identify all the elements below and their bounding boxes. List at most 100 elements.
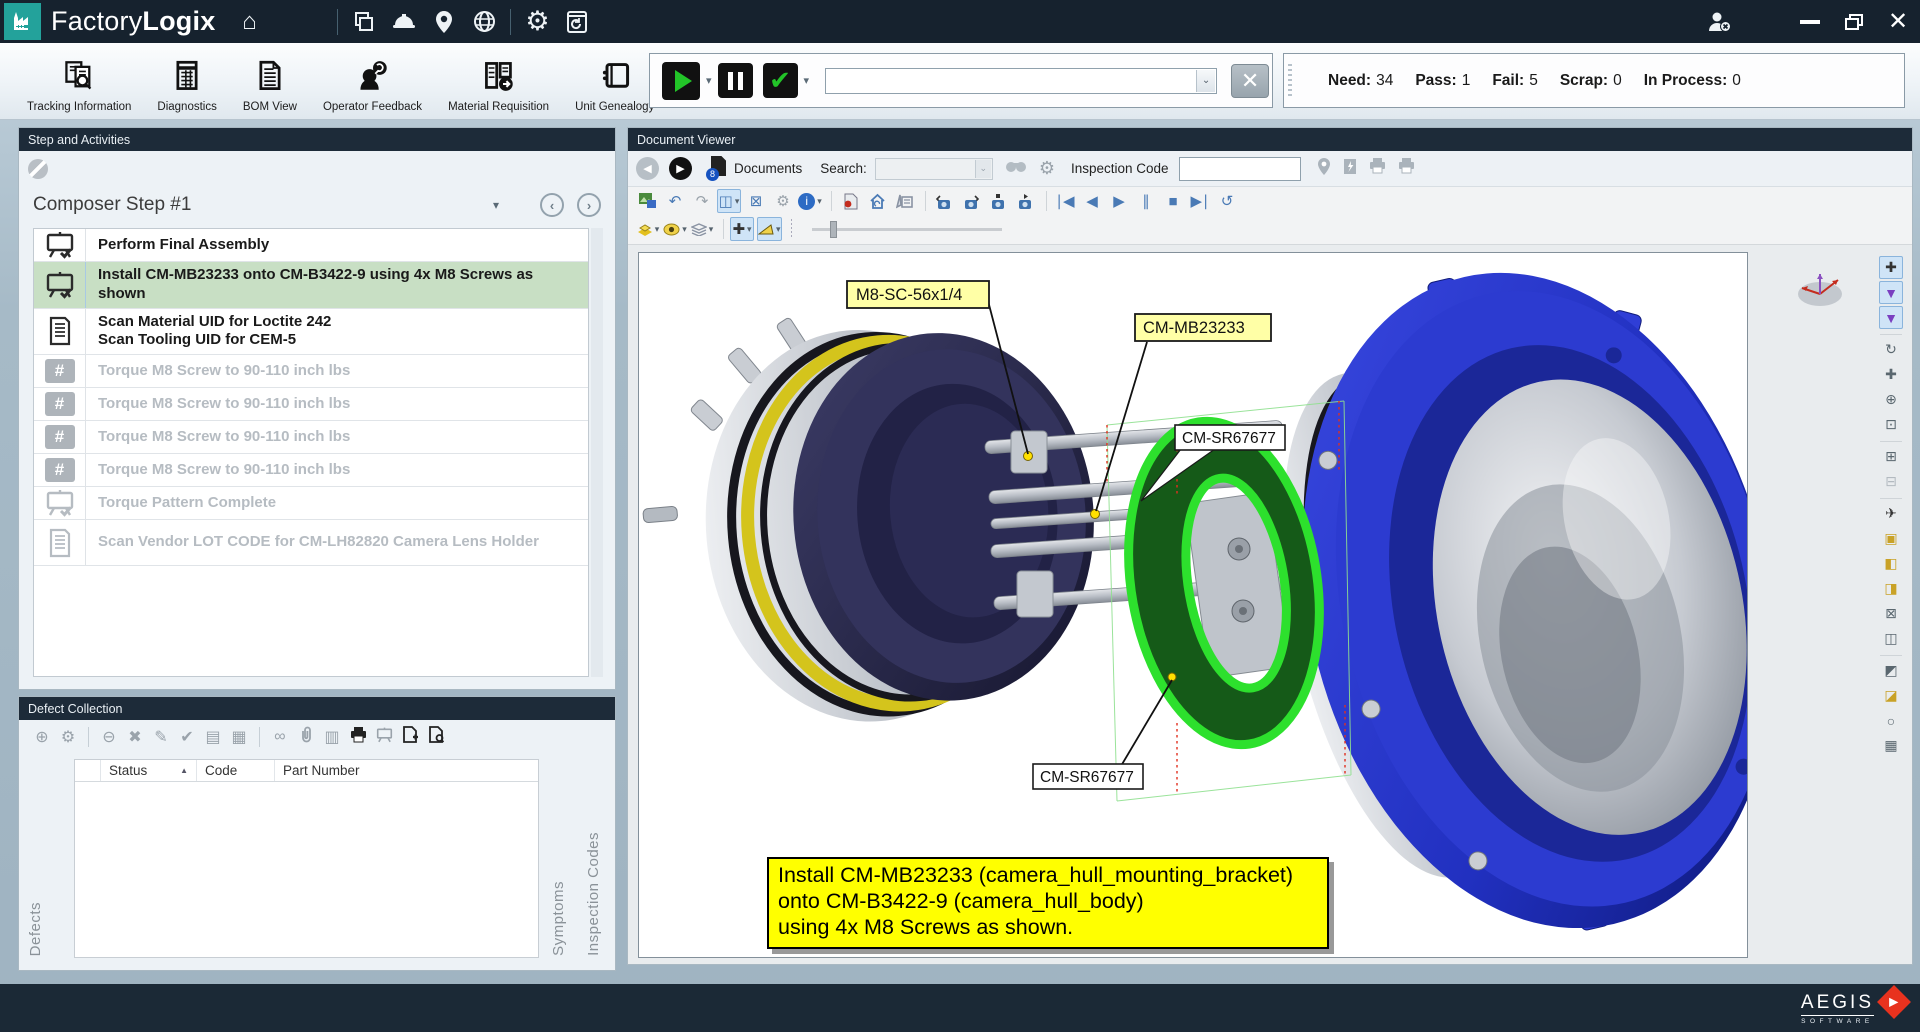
- cad-viewport[interactable]: M8-SC-56x1/4 CM-MB23233 CM-SR67677 CM-SR…: [638, 252, 1748, 958]
- globe-icon[interactable]: [464, 4, 504, 40]
- edit-defect-icon[interactable]: ✎: [148, 727, 174, 747]
- select-crosshair-icon[interactable]: ✚▾: [730, 217, 754, 241]
- page-mode-icon[interactable]: ◫▾: [717, 189, 741, 213]
- diagnostics-button[interactable]: Diagnostics: [144, 49, 229, 113]
- defect-col-blank[interactable]: [75, 760, 101, 781]
- redo-icon[interactable]: ↷: [690, 189, 714, 213]
- activity-row[interactable]: Scan Material UID for Loctite 242 Scan T…: [34, 309, 588, 356]
- print-document-icon[interactable]: [1369, 158, 1386, 179]
- tracking-information-button[interactable]: Tracking Information: [14, 49, 144, 113]
- activity-row[interactable]: Perform Final Assembly: [34, 229, 588, 262]
- callout-m8-screw[interactable]: M8-SC-56x1/4: [856, 286, 962, 304]
- inspection-flag-icon[interactable]: [1343, 158, 1357, 180]
- view-capture-stop-icon[interactable]: [986, 189, 1010, 213]
- steps-scrollbar[interactable]: [591, 228, 603, 677]
- minimize-button[interactable]: [1788, 3, 1832, 41]
- close-button[interactable]: ✕: [1876, 3, 1920, 41]
- document-search-icon[interactable]: [423, 726, 449, 748]
- validate-defect-icon[interactable]: ✔: [174, 727, 200, 747]
- defect-col-part-number[interactable]: Part Number: [275, 760, 538, 781]
- bom-view-button[interactable]: BOM View: [230, 49, 310, 113]
- pause-button[interactable]: [718, 63, 753, 98]
- start-button[interactable]: [662, 62, 700, 100]
- view-capture-forward-icon[interactable]: [959, 189, 983, 213]
- search-combobox[interactable]: ⌄: [875, 158, 993, 180]
- media-loop-icon[interactable]: ↺: [1215, 189, 1239, 213]
- load-image-icon[interactable]: [636, 189, 660, 213]
- align-target-icon[interactable]: ○: [1879, 709, 1903, 732]
- undo-icon[interactable]: ↶: [663, 189, 687, 213]
- zoom-fit-icon[interactable]: ⊞: [1879, 445, 1903, 468]
- media-last-icon[interactable]: ▶∣: [1188, 189, 1212, 213]
- visibility-eye-icon[interactable]: ▾: [663, 217, 687, 241]
- zoom-selected-icon[interactable]: ⊟: [1879, 470, 1903, 493]
- add-defect-icon[interactable]: ⊕: [29, 727, 55, 747]
- media-stop-icon[interactable]: ■: [1161, 189, 1185, 213]
- defect-col-status[interactable]: Status▲: [101, 760, 197, 781]
- restore-button[interactable]: [1832, 3, 1876, 41]
- location-pin-icon[interactable]: [424, 4, 464, 40]
- print-all-icon[interactable]: [1398, 158, 1415, 179]
- repair-settings-icon[interactable]: ▦: [226, 727, 252, 747]
- media-pause-icon[interactable]: ∥: [1134, 189, 1158, 213]
- print-defects-icon[interactable]: [345, 727, 371, 748]
- operator-feedback-button[interactable]: Operator Feedback: [310, 49, 435, 113]
- tab-defects[interactable]: Defects: [27, 902, 44, 956]
- redline-notes-icon[interactable]: [892, 189, 916, 213]
- step-group-caret-icon[interactable]: ▾: [493, 198, 499, 212]
- home-view-icon[interactable]: [865, 189, 889, 213]
- combobox-dropdown-icon[interactable]: ⌄: [1196, 70, 1215, 92]
- media-previous-icon[interactable]: ◀: [1080, 189, 1104, 213]
- media-play-icon[interactable]: ▶: [1107, 189, 1131, 213]
- defect-col-code[interactable]: Code: [197, 760, 275, 781]
- sync-session-icon[interactable]: [557, 4, 597, 40]
- logout-user-icon[interactable]: [1698, 3, 1742, 41]
- activity-row-disabled[interactable]: # Torque M8 Screw to 90-110 inch lbs: [34, 454, 588, 487]
- home-icon[interactable]: ⌂: [229, 4, 269, 40]
- link-defect-icon[interactable]: ∞: [267, 728, 293, 746]
- section-wedge-icon[interactable]: ▾: [757, 217, 782, 241]
- camera-flash-icon[interactable]: ⊠: [1879, 602, 1903, 625]
- document-add-icon[interactable]: [397, 726, 423, 748]
- cancel-unit-button[interactable]: ✕: [1231, 64, 1269, 98]
- view-pause-icon[interactable]: ◪: [1879, 684, 1903, 707]
- filter-assemblies-icon[interactable]: ▼: [1879, 306, 1903, 329]
- defect-board-icon[interactable]: [371, 727, 397, 748]
- orbit-icon[interactable]: ↻: [1879, 338, 1903, 361]
- batch-pages-icon[interactable]: [344, 4, 384, 40]
- viewer-settings-gears-icon[interactable]: ⚙: [771, 189, 795, 213]
- select-mode-icon[interactable]: ✚: [1879, 256, 1903, 279]
- explode-slider-handle[interactable]: [830, 221, 837, 238]
- defect-settings-gear-icon[interactable]: ⚙: [55, 727, 81, 747]
- pan-icon[interactable]: ✚: [1879, 363, 1903, 386]
- activity-row-disabled[interactable]: # Torque M8 Screw to 90-110 inch lbs: [34, 421, 588, 454]
- activity-row-disabled[interactable]: # Torque M8 Screw to 90-110 inch lbs: [34, 355, 588, 388]
- activity-row-disabled[interactable]: Scan Vendor LOT CODE for CM-LH82820 Came…: [34, 520, 588, 566]
- media-first-icon[interactable]: ∣◀: [1053, 189, 1077, 213]
- next-step-button[interactable]: ›: [577, 193, 601, 217]
- complete-button[interactable]: ✔: [763, 63, 798, 98]
- material-requisition-button[interactable]: Material Requisition: [435, 49, 562, 113]
- unit-select-combobox[interactable]: ⌄: [825, 68, 1217, 94]
- activity-row-selected[interactable]: Install CM-MB23233 onto CM-B3422-9 using…: [34, 262, 588, 309]
- callout-sr-mid[interactable]: CM-SR67677: [1182, 430, 1276, 447]
- attachment-icon[interactable]: [293, 726, 319, 748]
- fly-through-icon[interactable]: ✈: [1879, 502, 1903, 525]
- inspection-pin-icon[interactable]: [1317, 157, 1331, 181]
- defect-document-icon[interactable]: ▤: [200, 727, 226, 747]
- settings-gear-icon[interactable]: ⚙: [517, 4, 557, 40]
- zoom-window-icon[interactable]: ⊡: [1879, 413, 1903, 436]
- pdf-document-icon[interactable]: [838, 189, 862, 213]
- forward-button[interactable]: ▶: [669, 157, 692, 180]
- view-capture-play-icon[interactable]: [1013, 189, 1037, 213]
- camera-view-icon[interactable]: ▣: [1879, 527, 1903, 550]
- callout-sr-bottom[interactable]: CM-SR67677: [1040, 769, 1134, 786]
- tab-symptoms[interactable]: Symptoms: [550, 881, 567, 956]
- search-settings-gear-icon[interactable]: ⚙: [1039, 158, 1055, 179]
- activity-row-disabled[interactable]: Torque Pattern Complete: [34, 487, 588, 520]
- view-capture-back-icon[interactable]: [932, 189, 956, 213]
- filter-parts-icon[interactable]: ▼: [1879, 281, 1903, 304]
- layer-stack-icon[interactable]: ▾: [690, 217, 714, 241]
- layers-solid-icon[interactable]: ▾: [636, 217, 660, 241]
- remove-defect-icon[interactable]: ⊖: [96, 727, 122, 747]
